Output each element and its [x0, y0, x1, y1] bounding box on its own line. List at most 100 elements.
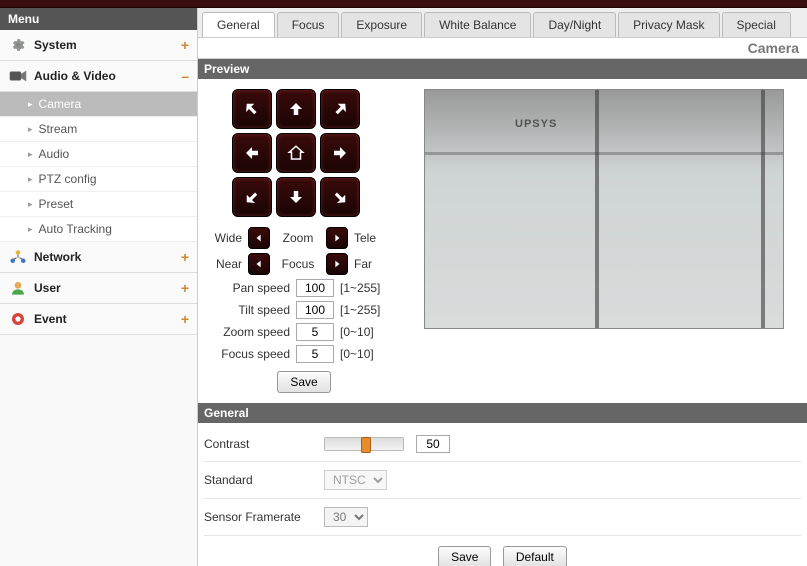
- contrast-label: Contrast: [204, 437, 324, 451]
- far-label: Far: [354, 257, 388, 271]
- sidebar-section-audio-video[interactable]: Audio & Video –: [0, 61, 197, 92]
- section-label: System: [34, 38, 181, 52]
- gear-icon: [8, 36, 28, 54]
- sidebar-item-label: Preset: [39, 197, 74, 211]
- contrast-slider[interactable]: [324, 437, 404, 451]
- section-label: Event: [34, 312, 181, 326]
- event-icon: [8, 310, 28, 328]
- pan-speed-range: [1~255]: [340, 281, 380, 295]
- expand-icon: +: [181, 311, 189, 327]
- sidebar-item-ptz-config[interactable]: ▸ PTZ config: [0, 167, 197, 192]
- pan-speed-input[interactable]: [296, 279, 334, 297]
- sidebar-item-label: Audio: [39, 147, 70, 161]
- sidebar-item-label: Auto Tracking: [39, 222, 112, 236]
- sidebar-item-label: Camera: [39, 97, 82, 111]
- video-preview: UPSYS: [424, 89, 784, 329]
- zoom-label: Zoom: [276, 231, 320, 245]
- ptz-up-left-button[interactable]: [232, 89, 272, 129]
- network-icon: [8, 248, 28, 266]
- camera-icon: [8, 67, 28, 85]
- focus-speed-input[interactable]: [296, 345, 334, 363]
- triangle-icon: ▸: [28, 149, 33, 160]
- tilt-speed-label: Tilt speed: [212, 303, 290, 317]
- zoom-tele-button[interactable]: [326, 227, 348, 249]
- focus-label: Focus: [276, 257, 320, 271]
- ptz-dpad: [232, 89, 404, 217]
- ptz-save-button[interactable]: Save: [277, 371, 330, 393]
- tilt-speed-input[interactable]: [296, 301, 334, 319]
- sidebar-item-label: PTZ config: [39, 172, 97, 186]
- sensor-framerate-label: Sensor Framerate: [204, 510, 324, 524]
- zoom-wide-button[interactable]: [248, 227, 270, 249]
- main-panel: General Focus Exposure White Balance Day…: [198, 8, 807, 566]
- expand-icon: +: [181, 37, 189, 53]
- preview-section-title: Preview: [198, 59, 807, 79]
- tab-day-night[interactable]: Day/Night: [533, 12, 616, 37]
- top-bar: [0, 0, 807, 8]
- sidebar: Menu System + Audio & Video – ▸ Camera ▸ S…: [0, 8, 198, 566]
- wide-label: Wide: [208, 231, 242, 245]
- near-label: Near: [208, 257, 242, 271]
- breadcrumb: Camera: [198, 38, 807, 59]
- tab-bar: General Focus Exposure White Balance Day…: [198, 8, 807, 38]
- ptz-up-button[interactable]: [276, 89, 316, 129]
- zoom-speed-input[interactable]: [296, 323, 334, 341]
- zoom-speed-label: Zoom speed: [212, 325, 290, 339]
- sidebar-section-system[interactable]: System +: [0, 30, 197, 61]
- pan-speed-label: Pan speed: [212, 281, 290, 295]
- ptz-down-right-button[interactable]: [320, 177, 360, 217]
- focus-near-button[interactable]: [248, 253, 270, 275]
- general-save-button[interactable]: Save: [438, 546, 491, 566]
- menu-title: Menu: [0, 8, 197, 30]
- focus-far-button[interactable]: [326, 253, 348, 275]
- sidebar-section-network[interactable]: Network +: [0, 242, 197, 273]
- sidebar-section-event[interactable]: Event +: [0, 304, 197, 335]
- triangle-icon: ▸: [28, 199, 33, 210]
- section-label: Network: [34, 250, 181, 264]
- sidebar-item-auto-tracking[interactable]: ▸ Auto Tracking: [0, 217, 197, 242]
- tab-white-balance[interactable]: White Balance: [424, 12, 531, 37]
- slider-thumb[interactable]: [361, 437, 371, 453]
- ptz-left-button[interactable]: [232, 133, 272, 173]
- sidebar-item-audio[interactable]: ▸ Audio: [0, 142, 197, 167]
- sensor-framerate-select[interactable]: 30: [324, 507, 368, 527]
- tele-label: Tele: [354, 231, 388, 245]
- focus-speed-range: [0~10]: [340, 347, 374, 361]
- contrast-input[interactable]: [416, 435, 450, 453]
- expand-icon: +: [181, 280, 189, 296]
- sidebar-item-preset[interactable]: ▸ Preset: [0, 192, 197, 217]
- video-pane: UPSYS: [424, 89, 801, 393]
- video-watermark: UPSYS: [515, 118, 557, 130]
- user-icon: [8, 279, 28, 297]
- triangle-icon: ▸: [28, 124, 33, 135]
- general-section-title: General: [198, 403, 807, 423]
- ptz-down-button[interactable]: [276, 177, 316, 217]
- focus-speed-label: Focus speed: [212, 347, 290, 361]
- section-label: Audio & Video: [34, 69, 181, 83]
- section-label: User: [34, 281, 181, 295]
- sidebar-item-label: Stream: [39, 122, 78, 136]
- standard-label: Standard: [204, 473, 324, 487]
- sidebar-item-camera[interactable]: ▸ Camera: [0, 92, 197, 117]
- triangle-icon: ▸: [28, 174, 33, 185]
- tab-special[interactable]: Special: [722, 12, 791, 37]
- tab-focus[interactable]: Focus: [277, 12, 340, 37]
- sidebar-section-user[interactable]: User +: [0, 273, 197, 304]
- tab-general[interactable]: General: [202, 12, 275, 37]
- ptz-right-button[interactable]: [320, 133, 360, 173]
- ptz-home-button[interactable]: [276, 133, 316, 173]
- sidebar-item-stream[interactable]: ▸ Stream: [0, 117, 197, 142]
- triangle-icon: ▸: [28, 224, 33, 235]
- standard-select[interactable]: NTSC: [324, 470, 387, 490]
- general-default-button[interactable]: Default: [503, 546, 567, 566]
- triangle-icon: ▸: [28, 99, 33, 110]
- zoom-speed-range: [0~10]: [340, 325, 374, 339]
- collapse-icon: –: [181, 68, 189, 84]
- submenu-audio-video: ▸ Camera ▸ Stream ▸ Audio ▸ PTZ config ▸ Pres…: [0, 92, 197, 242]
- ptz-up-right-button[interactable]: [320, 89, 360, 129]
- ptz-down-left-button[interactable]: [232, 177, 272, 217]
- tab-exposure[interactable]: Exposure: [341, 12, 422, 37]
- ptz-controls: Wide Zoom Tele Near Focus Far Pan speed: [204, 89, 404, 393]
- tilt-speed-range: [1~255]: [340, 303, 380, 317]
- tab-privacy-mask[interactable]: Privacy Mask: [618, 12, 719, 37]
